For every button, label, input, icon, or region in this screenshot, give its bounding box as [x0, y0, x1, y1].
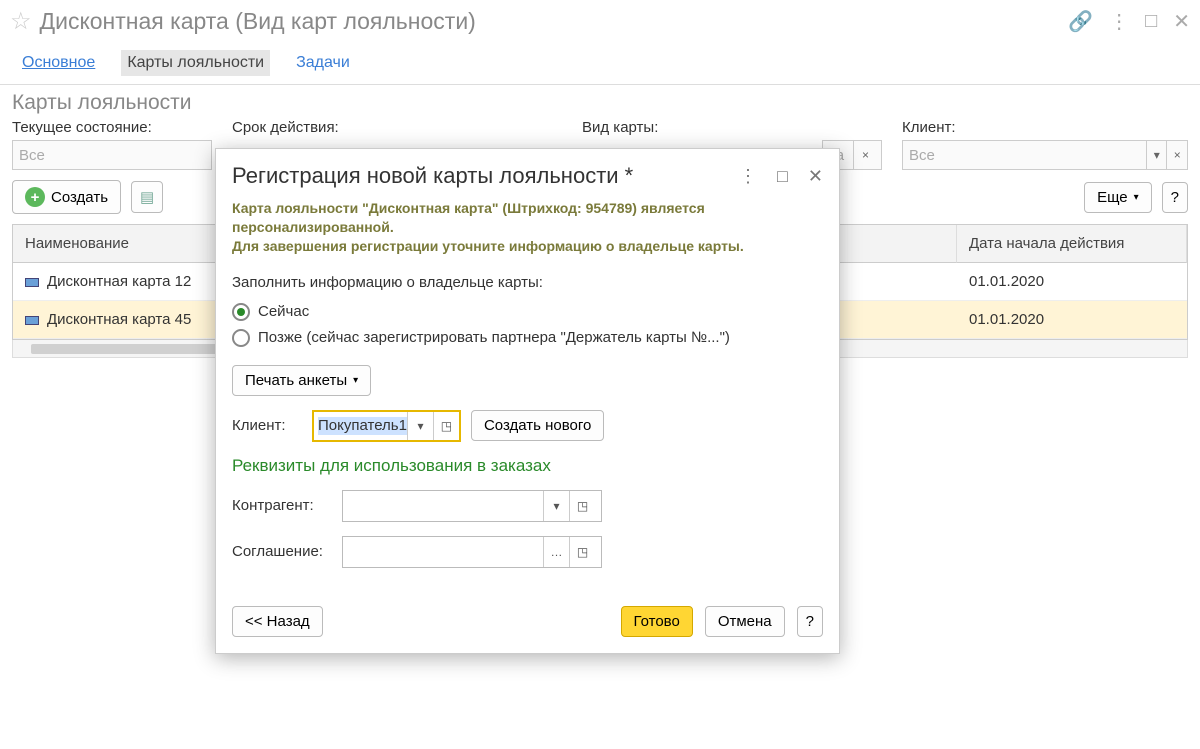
radio-later[interactable]: Позже (сейчас зарегистрировать партнера … — [232, 325, 823, 351]
open-icon[interactable]: ◳ — [569, 537, 595, 567]
chevron-down-icon: ▾ — [1134, 192, 1139, 203]
more-button[interactable]: Еще ▾ — [1084, 182, 1152, 213]
chevron-down-icon[interactable]: ▾ — [407, 412, 433, 440]
dialog-title: Регистрация новой карты лояльности * — [232, 163, 739, 189]
filter-state-input[interactable] — [12, 140, 212, 170]
copy-button[interactable]: ▤ — [131, 181, 163, 213]
link-icon[interactable]: 🔗 — [1068, 9, 1093, 34]
open-icon[interactable]: ◳ — [433, 412, 459, 440]
create-button[interactable]: + Создать — [12, 180, 121, 214]
tab-tasks[interactable]: Задачи — [290, 50, 356, 76]
maximize-icon[interactable]: □ — [777, 166, 788, 187]
kebab-icon[interactable]: ⋮ — [1109, 9, 1129, 34]
radio-icon — [232, 329, 250, 347]
tab-loyalty-cards[interactable]: Карты лояльности — [121, 50, 270, 76]
tabbar: Основное Карты лояльности Задачи — [0, 42, 1200, 85]
open-icon[interactable]: ◳ — [569, 491, 595, 521]
client-label: Клиент: — [232, 417, 302, 434]
card-icon — [25, 316, 39, 325]
filter-period-label: Срок действия: — [232, 119, 562, 136]
window-title: Дисконтная карта (Вид карт лояльности) — [40, 8, 1069, 35]
filter-kind-label: Вид карты: — [582, 119, 882, 136]
maximize-icon[interactable]: □ — [1145, 10, 1157, 33]
done-button[interactable]: Готово — [621, 606, 693, 637]
back-button[interactable]: << Назад — [232, 606, 323, 637]
chevron-down-icon[interactable]: ▾ — [1146, 141, 1167, 169]
chevron-down-icon: ▾ — [353, 375, 358, 386]
filter-state-label: Текущее состояние: — [12, 119, 212, 136]
kebab-icon[interactable]: ⋮ — [739, 166, 757, 187]
star-icon[interactable]: ☆ — [10, 7, 32, 36]
contractor-combo[interactable]: ▾ ◳ — [342, 490, 602, 522]
help-button[interactable]: ? — [1162, 182, 1188, 213]
radio-icon — [232, 303, 250, 321]
orders-section-title: Реквизиты для использования в заказах — [232, 456, 823, 476]
ellipsis-icon[interactable]: … — [543, 537, 569, 567]
contractor-label: Контрагент: — [232, 497, 332, 514]
tab-main[interactable]: Основное — [16, 50, 101, 76]
col-date[interactable]: Дата начала действия — [957, 225, 1187, 263]
window-header: ☆ Дисконтная карта (Вид карт лояльности)… — [0, 0, 1200, 42]
radio-now[interactable]: Сейчас — [232, 299, 823, 325]
cancel-button[interactable]: Отмена — [705, 606, 785, 637]
owner-prompt: Заполнить информацию о владельце карты: — [232, 274, 823, 291]
contractor-input[interactable] — [343, 491, 543, 521]
print-form-button[interactable]: Печать анкеты ▾ — [232, 365, 371, 396]
help-button[interactable]: ? — [797, 606, 823, 637]
close-icon[interactable]: ✕ — [808, 166, 823, 187]
agreement-input[interactable] — [343, 537, 543, 567]
card-icon — [25, 278, 39, 287]
close-icon[interactable]: ✕ — [1173, 9, 1190, 34]
info-text: Карта лояльности "Дисконтная карта" (Штр… — [232, 199, 823, 256]
section-title: Карты лояльности — [0, 85, 1200, 117]
filter-client-input[interactable]: ▾ × — [902, 140, 1188, 170]
agreement-combo[interactable]: … ◳ — [342, 536, 602, 568]
agreement-label: Соглашение: — [232, 543, 332, 560]
clear-icon[interactable]: × — [853, 141, 877, 169]
create-new-button[interactable]: Создать нового — [471, 410, 604, 441]
document-icon: ▤ — [140, 188, 154, 206]
clear-icon[interactable]: × — [1166, 141, 1187, 169]
registration-dialog: Регистрация новой карты лояльности * ⋮ □… — [215, 148, 840, 654]
plus-icon: + — [25, 187, 45, 207]
filter-client-label: Клиент: — [902, 119, 1188, 136]
client-combo[interactable]: Покупатель1 ▾ ◳ — [312, 410, 461, 442]
chevron-down-icon[interactable]: ▾ — [543, 491, 569, 521]
